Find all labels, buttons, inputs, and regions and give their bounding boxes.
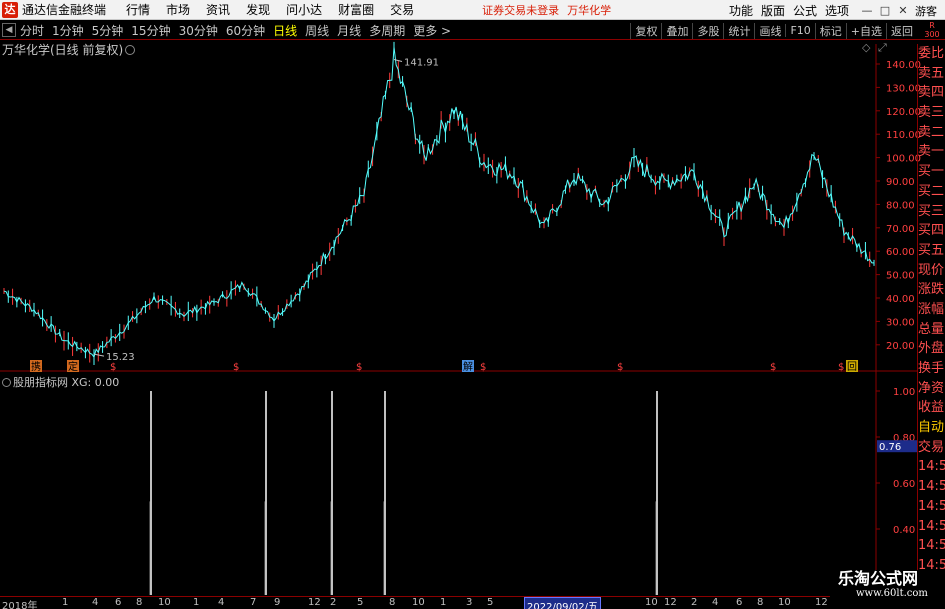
date-tick-label: 3 xyxy=(466,597,473,608)
sub-tick-label: 0.40 xyxy=(893,525,915,536)
quote-item[interactable]: 14:56 xyxy=(918,536,945,556)
price-tick-label: 30.00 xyxy=(886,317,915,328)
dividend-marker-icon: $ xyxy=(233,362,239,373)
price-tick-label: 130.00 xyxy=(886,83,921,94)
date-tick-label: 9 xyxy=(274,597,281,608)
kline-chart[interactable]: 140.00130.00120.00110.00100.0090.0080.00… xyxy=(0,0,945,609)
date-tick-label: 12 xyxy=(815,597,828,608)
quote-item[interactable]: 卖四 xyxy=(918,83,945,103)
sub-chart-header: 股朋指标网 XG: 0.00 xyxy=(2,374,119,390)
date-tick-label: 5 xyxy=(357,597,364,608)
quote-item[interactable]: 总量 xyxy=(918,320,945,340)
date-tick-label: 10 xyxy=(412,597,425,608)
quote-item[interactable]: 换手 xyxy=(918,359,945,379)
quote-item[interactable]: 买一 xyxy=(918,162,945,182)
price-tick-label: 40.00 xyxy=(886,294,915,305)
dividend-marker-icon: $ xyxy=(110,362,116,373)
quote-item[interactable]: 外盘 xyxy=(918,339,945,359)
quote-item[interactable]: 买三 xyxy=(918,202,945,222)
dividend-marker-icon: $ xyxy=(480,362,486,373)
indicator-circle-icon[interactable] xyxy=(2,378,11,387)
quote-item[interactable]: 买五 xyxy=(918,241,945,261)
quote-panel: 委比 卖五 卖四 卖三 卖二 卖一 买一 买二 买三 买四 买五 现价 涨跌 涨幅 总量 外盘 换手 净资 收益 自动… xyxy=(917,44,945,609)
price-tick-label: 90.00 xyxy=(886,177,915,188)
date-tick-label: 4 xyxy=(712,597,719,608)
quote-item[interactable]: 卖一 xyxy=(918,142,945,162)
date-tick-label: 6 xyxy=(736,597,743,608)
quote-item[interactable]: 14:56 xyxy=(918,517,945,537)
sub-tick-label: 0.60 xyxy=(893,479,915,490)
quote-item[interactable]: 现价 xyxy=(918,261,945,281)
indicator-name: 股朋指标网 xyxy=(13,376,68,389)
event-marker-label: 携 xyxy=(31,360,41,373)
quote-item[interactable]: 涨跌 xyxy=(918,280,945,300)
event-marker-label: 解 xyxy=(463,360,473,373)
quote-item[interactable]: 交易 xyxy=(918,438,945,458)
date-tick-label: 1 xyxy=(62,597,69,608)
quote-item[interactable]: 买四 xyxy=(918,221,945,241)
date-tick-label: 4 xyxy=(218,597,225,608)
date-tick-label: 7 xyxy=(250,597,257,608)
price-tick-label: 70.00 xyxy=(886,224,915,235)
sub-tick-label: 1.00 xyxy=(893,387,915,398)
quote-item[interactable]: 净资 xyxy=(918,379,945,399)
quote-item[interactable]: 收益 xyxy=(918,398,945,418)
quote-item[interactable]: 买二 xyxy=(918,182,945,202)
date-tick-label: 8 xyxy=(389,597,396,608)
price-tick-label: 100.00 xyxy=(886,154,921,165)
indicator-value: XG: 0.00 xyxy=(71,376,120,389)
quote-item[interactable]: 卖五 xyxy=(918,64,945,84)
date-tick-label: 1 xyxy=(193,597,200,608)
date-tick-label: 2018年 xyxy=(2,601,38,609)
date-cursor-label: 2022/09/02/五 xyxy=(524,597,602,609)
low-marker-line xyxy=(93,353,105,357)
quote-item[interactable]: 14:56 xyxy=(918,477,945,497)
price-tick-label: 110.00 xyxy=(886,130,921,141)
quote-item[interactable]: 卖三 xyxy=(918,103,945,123)
dividend-marker-icon: $ xyxy=(770,362,776,373)
date-tick-label: 2 xyxy=(330,597,337,608)
date-tick-label: 10 xyxy=(645,597,658,608)
price-tick-label: 80.00 xyxy=(886,200,915,211)
quote-item[interactable]: 委比 xyxy=(918,44,945,64)
price-tick-label: 120.00 xyxy=(886,107,921,118)
quote-item[interactable]: 14:56 xyxy=(918,497,945,517)
price-tick-label: 140.00 xyxy=(886,60,921,71)
price-tick-label: 20.00 xyxy=(886,341,915,352)
quote-item[interactable]: 14:56 xyxy=(918,457,945,477)
quote-item[interactable]: 自动 xyxy=(918,418,945,438)
event-marker-label: 回 xyxy=(847,361,857,373)
quote-item[interactable]: 卖二 xyxy=(918,123,945,143)
price-tick-label: 50.00 xyxy=(886,271,915,282)
watermark-logo: 乐淘公式网 www.60lt.com xyxy=(830,570,945,609)
event-marker-label: 定 xyxy=(68,360,78,373)
date-tick-label: 10 xyxy=(778,597,791,608)
price-tick-label: 60.00 xyxy=(886,247,915,258)
date-tick-label: 12 xyxy=(308,597,321,608)
date-tick-label: 8 xyxy=(757,597,764,608)
date-tick-label: 4 xyxy=(92,597,99,608)
date-tick-label: 12 xyxy=(664,597,677,608)
dividend-marker-icon: $ xyxy=(617,362,623,373)
sub-cursor-value: 0.76 xyxy=(879,442,901,453)
date-tick-label: 1 xyxy=(440,597,447,608)
dividend-marker-icon: $ xyxy=(356,362,362,373)
date-tick-label: 2 xyxy=(691,597,698,608)
price-series-line xyxy=(3,46,875,359)
date-tick-label: 5 xyxy=(487,597,494,608)
quote-item[interactable]: 涨幅 xyxy=(918,300,945,320)
date-axis: 2022/09/02/五 2018年 1 4 6 8 10 1 4 7 9 12 2 5 8 10 1 3 5 10… xyxy=(0,596,945,609)
high-price-label: 141.91 xyxy=(404,58,439,69)
date-tick-label: 6 xyxy=(115,597,122,608)
date-tick-label: 8 xyxy=(136,597,143,608)
dividend-marker-icon: $ xyxy=(838,362,844,373)
date-tick-label: 10 xyxy=(158,597,171,608)
